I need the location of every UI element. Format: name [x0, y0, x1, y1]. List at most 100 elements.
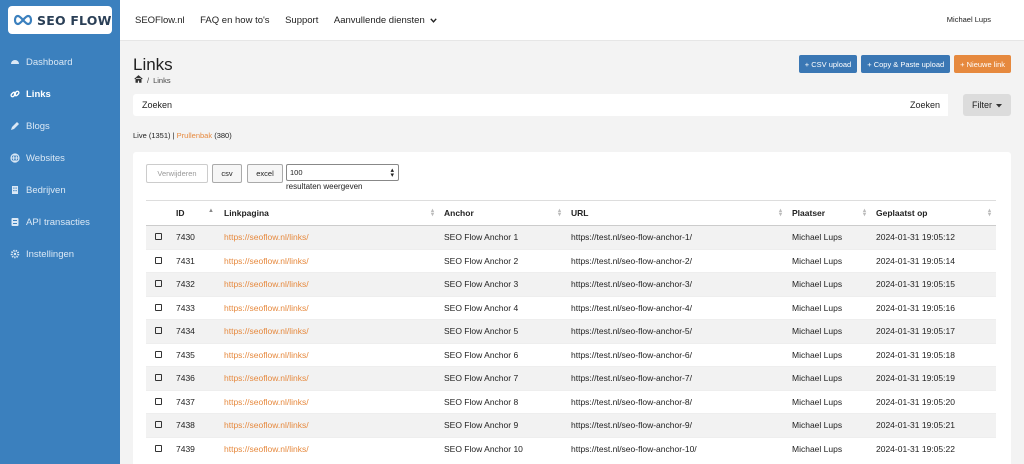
- cell-anchor: SEO Flow Anchor 1: [439, 225, 566, 249]
- cell-geplaatst-op: 2024-01-31 19:05:19: [871, 366, 996, 390]
- cell-id: 7438: [176, 413, 219, 437]
- row-checkbox[interactable]: [155, 280, 162, 288]
- sidebar-item-instellingen[interactable]: Instellingen: [0, 238, 120, 270]
- column-header-label: URL: [571, 208, 589, 218]
- linkpagina-link[interactable]: https://seoflow.nl/links/: [224, 256, 309, 266]
- cell-id: 7433: [176, 295, 219, 320]
- sidebar-nav: Dashboard Links Blogs Websites Bedrijven…: [0, 46, 120, 270]
- cell-url: https://test.nl/seo-flow-anchor-2/: [566, 248, 787, 273]
- column-header-geplaatst-op[interactable]: Geplaatst op ▴ ▾: [871, 200, 996, 226]
- sidebar-item-bedrijven[interactable]: Bedrijven: [0, 174, 120, 206]
- row-select-cell: [146, 225, 176, 249]
- linkpagina-link[interactable]: https://seoflow.nl/links/: [224, 279, 309, 289]
- table-row[interactable]: 7432 https://seoflow.nl/links/SEO Flow An…: [146, 272, 996, 296]
- column-header-label: Anchor: [444, 208, 474, 218]
- cell-plaatser: Michael Lups: [787, 436, 871, 461]
- table-row[interactable]: 7434 https://seoflow.nl/links/SEO Flow An…: [146, 319, 996, 343]
- column-header-id[interactable]: ID ▲: [176, 200, 219, 226]
- page-title: Links: [133, 55, 173, 74]
- column-header-linkpagina[interactable]: Linkpagina ▴ ▾: [219, 200, 439, 226]
- table-row[interactable]: 7438 https://seoflow.nl/links/SEO Flow An…: [146, 413, 996, 437]
- delete-button[interactable]: Verwijderen: [146, 164, 208, 183]
- sidebar-item-dashboard[interactable]: Dashboard: [0, 46, 120, 78]
- cell-plaatser: Michael Lups: [787, 225, 871, 249]
- linkpagina-link[interactable]: https://seoflow.nl/links/: [224, 232, 309, 242]
- cell-geplaatst-op: 2024-01-31 19:05:12: [871, 225, 996, 249]
- search-input[interactable]: Zoeken: [133, 94, 906, 116]
- sidebar-item-websites[interactable]: Websites: [0, 142, 120, 174]
- row-select-cell: [146, 272, 176, 296]
- cell-id: 7439: [176, 436, 219, 461]
- sort-icon: ▴ ▾: [430, 208, 434, 218]
- csv-export-button[interactable]: csv: [212, 164, 242, 183]
- nav-support[interactable]: Support: [285, 15, 318, 26]
- cell-id: 7436: [176, 366, 219, 390]
- table-body: 7430 https://seoflow.nl/links/SEO Flow An…: [146, 225, 996, 461]
- column-header-anchor[interactable]: Anchor ▴ ▾: [439, 200, 566, 226]
- sidebar-item-links[interactable]: Links: [0, 78, 120, 110]
- cell-plaatser: Michael Lups: [787, 319, 871, 343]
- trash-link[interactable]: Prullenbak: [177, 131, 212, 140]
- column-header-label: ID: [176, 208, 185, 218]
- sidebar-item-label: Dashboard: [26, 56, 73, 68]
- filter-label: Filter: [972, 100, 992, 110]
- user-menu[interactable]: Michael Lups: [947, 15, 991, 24]
- cell-geplaatst-op: 2024-01-31 19:05:17: [871, 319, 996, 343]
- row-checkbox[interactable]: [155, 327, 162, 335]
- row-checkbox[interactable]: [155, 256, 162, 264]
- cell-anchor: SEO Flow Anchor 10: [439, 436, 566, 461]
- sidebar-item-api-transacties[interactable]: API transacties: [0, 206, 120, 238]
- row-checkbox[interactable]: [155, 233, 162, 241]
- table-row[interactable]: 7439 https://seoflow.nl/links/SEO Flow An…: [146, 436, 996, 461]
- cell-anchor: SEO Flow Anchor 3: [439, 272, 566, 296]
- cell-plaatser: Michael Lups: [787, 342, 871, 367]
- copy-paste-upload-button[interactable]: + Copy & Paste upload: [861, 55, 951, 73]
- nav-seoflow[interactable]: SEOFlow.nl: [135, 15, 185, 26]
- server-icon: [10, 217, 20, 227]
- table-row[interactable]: 7430 https://seoflow.nl/links/SEO Flow An…: [146, 225, 996, 249]
- csv-upload-button[interactable]: + CSV upload: [798, 55, 858, 73]
- row-checkbox[interactable]: [155, 421, 162, 429]
- cell-linkpagina: https://seoflow.nl/links/: [219, 342, 439, 367]
- table-row[interactable]: 7437 https://seoflow.nl/links/SEO Flow An…: [146, 389, 996, 414]
- row-checkbox[interactable]: [155, 445, 162, 452]
- row-checkbox[interactable]: [155, 303, 162, 311]
- linkpagina-link[interactable]: https://seoflow.nl/links/: [224, 303, 309, 313]
- linkpagina-link[interactable]: https://seoflow.nl/links/: [224, 350, 309, 360]
- logo-text: SEO FLOW: [37, 12, 112, 28]
- sidebar-item-label: Instellingen: [26, 248, 75, 260]
- row-checkbox[interactable]: [155, 350, 162, 358]
- nav-faq[interactable]: FAQ en how to's: [200, 15, 269, 26]
- top-nav: SEOFlow.nl FAQ en how to's Support Aanvu…: [135, 15, 450, 26]
- table-row[interactable]: 7431 https://seoflow.nl/links/SEO Flow An…: [146, 248, 996, 273]
- live-count[interactable]: Live (1351): [133, 131, 171, 140]
- sidebar-item-label: Bedrijven: [26, 184, 66, 196]
- linkpagina-link[interactable]: https://seoflow.nl/links/: [224, 397, 309, 407]
- linkpagina-link[interactable]: https://seoflow.nl/links/: [224, 444, 309, 454]
- table-row[interactable]: 7433 https://seoflow.nl/links/SEO Flow An…: [146, 295, 996, 320]
- table-row[interactable]: 7435 https://seoflow.nl/links/SEO Flow An…: [146, 342, 996, 367]
- home-icon[interactable]: [134, 75, 143, 85]
- page-size-select[interactable]: 100 ▴ ▾: [286, 164, 399, 181]
- gear-icon: [10, 249, 20, 259]
- new-link-button[interactable]: + Nieuwe link: [954, 55, 1011, 73]
- column-header-url[interactable]: URL ▴ ▾: [566, 200, 787, 226]
- top-bar: SEOFlow.nl FAQ en how to's Support Aanvu…: [120, 0, 1024, 41]
- sidebar-item-blogs[interactable]: Blogs: [0, 110, 120, 142]
- sort-icon: ▴ ▾: [862, 208, 866, 218]
- linkpagina-link[interactable]: https://seoflow.nl/links/: [224, 420, 309, 430]
- chevron-down-icon: [430, 15, 437, 26]
- column-header-plaatser[interactable]: Plaatser ▴ ▾: [787, 200, 871, 226]
- row-checkbox[interactable]: [155, 397, 162, 405]
- row-checkbox[interactable]: [155, 374, 162, 382]
- nav-aanvullende-diensten[interactable]: Aanvullende diensten: [334, 15, 437, 26]
- linkpagina-link[interactable]: https://seoflow.nl/links/: [224, 326, 309, 336]
- table-row[interactable]: 7436 https://seoflow.nl/links/SEO Flow An…: [146, 366, 996, 390]
- page-size-label: resultaten weergeven: [286, 182, 363, 191]
- logo[interactable]: SEO FLOW: [8, 6, 112, 34]
- filter-button[interactable]: Filter: [963, 94, 1011, 116]
- cell-url: https://test.nl/seo-flow-anchor-7/: [566, 366, 787, 390]
- linkpagina-link[interactable]: https://seoflow.nl/links/: [224, 373, 309, 383]
- excel-export-button[interactable]: excel: [247, 164, 283, 183]
- search-button[interactable]: Zoeken: [902, 94, 948, 116]
